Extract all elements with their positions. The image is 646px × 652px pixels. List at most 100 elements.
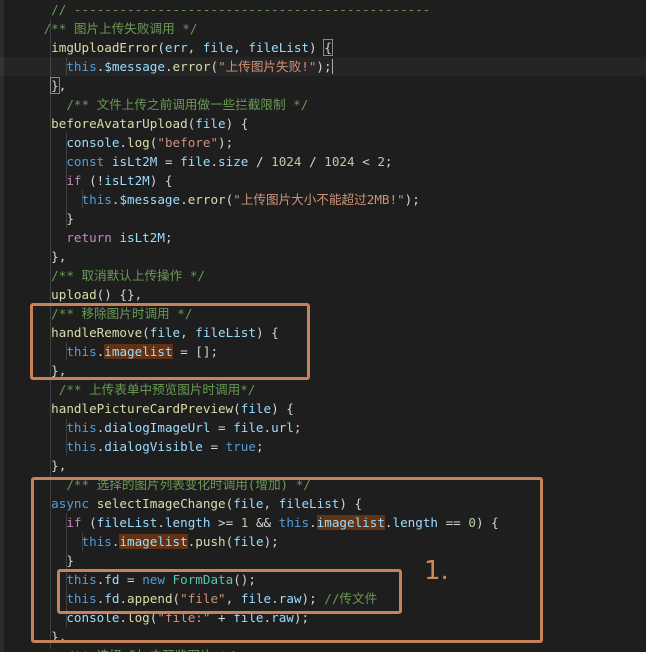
code-token: ; xyxy=(384,154,393,169)
code-token: this xyxy=(66,59,97,74)
code-token: $message xyxy=(119,192,181,207)
code-line[interactable]: beforeAvatarUpload(file) { xyxy=(0,114,248,133)
code-token: ; xyxy=(164,230,173,245)
code-line[interactable]: /** 文件上传之前调用做一些拦截限制 */ xyxy=(0,95,308,114)
code-line[interactable]: /** 选择 时 中预览图片 */ xyxy=(0,646,235,652)
code-token: } xyxy=(36,211,74,226)
code-token: ); xyxy=(218,135,234,150)
code-token: = xyxy=(202,439,226,454)
code-token: (! xyxy=(81,173,105,188)
code-token: ( xyxy=(210,59,219,74)
code-line[interactable]: this.$message.error("上传图片失败!"); xyxy=(0,57,646,76)
code-token: . xyxy=(164,59,173,74)
code-line[interactable]: }, xyxy=(0,76,66,95)
code-token: this xyxy=(81,192,112,207)
code-line[interactable]: /** 取消默认上传操作 */ xyxy=(0,266,205,285)
code-line[interactable]: }, xyxy=(0,456,66,475)
code-token: ( xyxy=(157,40,165,55)
code-token: . xyxy=(119,135,128,150)
code-token: 1024 xyxy=(271,154,302,169)
code-line[interactable]: imgUploadError(err, file, fileList) { xyxy=(0,38,333,57)
code-token: /** 取消默认上传操作 */ xyxy=(36,268,205,283)
code-token: , xyxy=(233,40,249,55)
code-token: () {}, xyxy=(96,287,143,302)
code-token: /** 文件上传之前调用做一些拦截限制 */ xyxy=(36,97,309,112)
code-line[interactable]: } xyxy=(0,209,74,228)
code-token: size xyxy=(218,154,249,169)
code-line[interactable]: const isLt2M = file.size / 1024 / 1024 <… xyxy=(0,152,393,171)
code-token: { xyxy=(323,39,333,56)
code-line[interactable]: console.log("before"); xyxy=(0,133,233,152)
code-line[interactable]: this.dialogImageUrl = file.url; xyxy=(0,418,301,437)
code-token: , xyxy=(58,78,67,93)
code-token: file xyxy=(233,420,264,435)
code-line[interactable]: this.$message.error("上传图片大小不能超过2MB!"); xyxy=(0,190,420,209)
code-line[interactable]: if (!isLt2M) { xyxy=(0,171,173,190)
code-token: ); xyxy=(404,192,420,207)
code-token: ); xyxy=(316,59,332,74)
code-token: console xyxy=(66,135,120,150)
code-line[interactable]: handlePictureCardPreview(file) { xyxy=(0,399,294,418)
code-token: . xyxy=(210,154,219,169)
code-token: ( xyxy=(233,401,241,416)
code-token: ; xyxy=(255,439,264,454)
code-token: < xyxy=(354,154,378,169)
code-token: ) xyxy=(309,40,325,55)
code-token: err xyxy=(164,40,188,55)
code-line[interactable]: return isLt2M; xyxy=(0,228,173,247)
annotation-box-select-image-change xyxy=(31,477,543,643)
code-token: "上传图片大小不能超过2MB!" xyxy=(233,192,405,207)
code-token: ) { xyxy=(149,173,173,188)
code-token: ; xyxy=(293,420,302,435)
code-token: if xyxy=(66,173,82,188)
code-token: "上传图片失败!" xyxy=(218,59,317,74)
code-token: isLt2M xyxy=(111,154,158,169)
code-token: file xyxy=(195,116,226,131)
code-token: return xyxy=(66,230,112,245)
code-token: this xyxy=(66,420,97,435)
code-token: dialogImageUrl xyxy=(104,420,211,435)
code-token: error xyxy=(187,192,226,207)
code-token: /** 上传表单中预览图片时调用*/ xyxy=(36,382,256,397)
code-line[interactable]: // -------------------------------------… xyxy=(0,0,430,19)
code-token: }, xyxy=(36,249,67,264)
code-token: file xyxy=(240,401,272,416)
code-token: file xyxy=(180,154,211,169)
text-cursor xyxy=(331,59,333,74)
code-token: / xyxy=(301,154,325,169)
code-token: , xyxy=(187,40,203,55)
code-token: / xyxy=(248,154,272,169)
code-token: isLt2M xyxy=(104,173,150,188)
code-token: "before" xyxy=(157,135,219,150)
code-token: }, xyxy=(36,458,67,473)
code-token: $message xyxy=(104,59,165,74)
code-token: = xyxy=(157,154,181,169)
code-line[interactable]: /** 图片上传失败调用 */ xyxy=(0,19,198,38)
code-editor[interactable]: // -------------------------------------… xyxy=(0,0,646,652)
code-line[interactable]: }, xyxy=(0,247,66,266)
code-token: imgUploadError xyxy=(51,40,158,55)
code-token: const xyxy=(66,154,105,169)
code-token: true xyxy=(225,439,256,454)
annotation-box-formdata xyxy=(57,569,402,614)
code-token: log xyxy=(127,135,150,150)
code-token: url xyxy=(271,420,294,435)
code-token: handlePictureCardPreview xyxy=(51,401,234,416)
code-token: /** 图片上传失败调用 */ xyxy=(36,21,198,36)
code-line[interactable]: this.dialogVisible = true; xyxy=(0,437,264,456)
code-line[interactable]: /** 上传表单中预览图片时调用*/ xyxy=(0,380,256,399)
code-token: // -------------------------------------… xyxy=(36,2,431,17)
code-line[interactable]: upload() {}, xyxy=(0,285,142,304)
code-token: ) { xyxy=(225,116,249,131)
